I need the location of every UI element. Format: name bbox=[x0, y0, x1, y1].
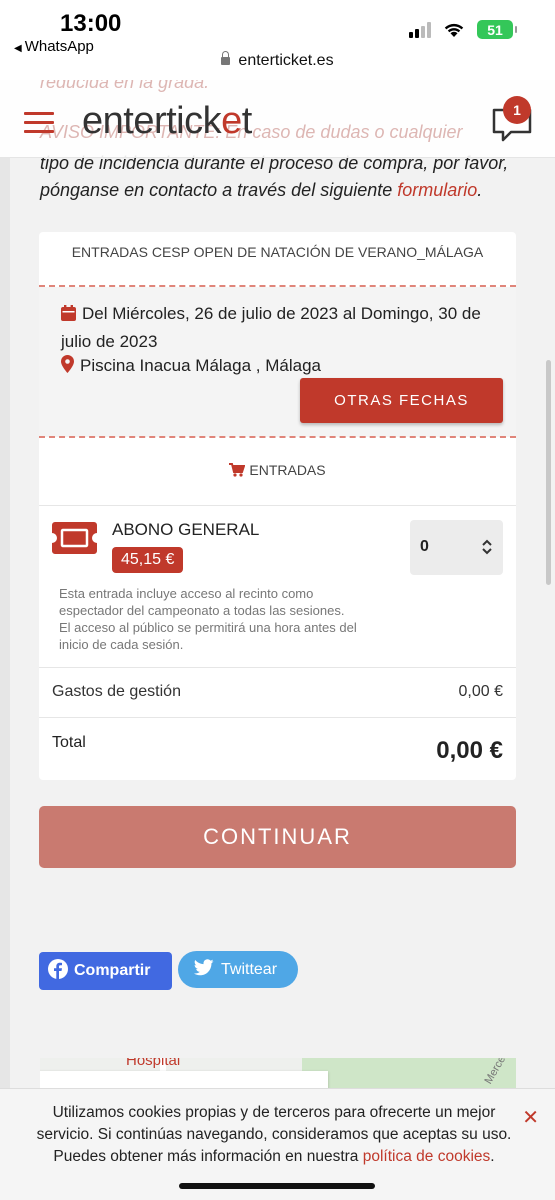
wifi-icon bbox=[443, 22, 465, 38]
close-icon[interactable]: ✕ bbox=[522, 1105, 539, 1130]
other-dates-button[interactable]: OTRAS FECHAS bbox=[300, 378, 503, 423]
twitter-share-button[interactable]: Twittear bbox=[178, 951, 298, 988]
event-dates: Del Miércoles, 26 de julio de 2023 al Do… bbox=[61, 301, 501, 355]
tickets-heading: ENTRADAS bbox=[39, 462, 516, 480]
divider bbox=[39, 667, 516, 668]
ticket-icon bbox=[52, 522, 97, 559]
location-pin-icon bbox=[61, 355, 74, 378]
quantity-value: 0 bbox=[420, 538, 429, 555]
site-header: reducida en la grada. AVISO IMPORTANTE: … bbox=[0, 72, 555, 158]
continue-button[interactable]: CONTINUAR bbox=[39, 806, 516, 868]
cellular-signal-icon bbox=[409, 21, 431, 38]
divider bbox=[39, 717, 516, 718]
ticket-card: ENTRADAS CESP OPEN DE NATACIÓN DE VERANO… bbox=[39, 232, 516, 780]
home-indicator[interactable] bbox=[179, 1183, 375, 1189]
menu-icon[interactable] bbox=[24, 112, 54, 139]
status-indicators: 51 bbox=[409, 20, 517, 39]
lock-icon bbox=[221, 51, 231, 65]
tickets-heading-text: ENTRADAS bbox=[249, 462, 326, 478]
map-label: Hospital bbox=[126, 1058, 181, 1069]
total-label: Total bbox=[52, 734, 86, 751]
twitter-share-label: Twittear bbox=[221, 960, 278, 978]
contact-form-link[interactable]: formulario bbox=[397, 180, 477, 200]
address-bar[interactable]: enterticket.es bbox=[0, 51, 555, 70]
url-text: enterticket.es bbox=[238, 52, 334, 69]
cart-icon bbox=[229, 463, 246, 480]
divider bbox=[39, 505, 516, 506]
ticket-description: Esta entrada incluye acceso al recinto c… bbox=[59, 586, 357, 652]
status-bar: 13:00 ◀ WhatsApp 51 enterticket.es bbox=[0, 0, 555, 80]
event-title: ENTRADAS CESP OPEN DE NATACIÓN DE VERANO… bbox=[71, 244, 484, 260]
battery-level: 51 bbox=[487, 21, 503, 38]
site-logo[interactable]: enterticket bbox=[82, 100, 252, 143]
facebook-icon bbox=[48, 958, 68, 984]
event-dates-text: Del Miércoles, 26 de julio de 2023 al Do… bbox=[61, 304, 481, 351]
scrollbar[interactable] bbox=[546, 360, 551, 585]
cookie-text: Utilizamos cookies propias y de terceros… bbox=[36, 1104, 512, 1165]
battery-icon: 51 bbox=[477, 20, 517, 39]
stepper-arrows-icon[interactable] bbox=[481, 539, 493, 560]
fees-label: Gastos de gestión bbox=[52, 683, 181, 700]
quantity-stepper[interactable]: 0 bbox=[410, 520, 503, 575]
ticket-name: ABONO GENERAL bbox=[112, 520, 260, 539]
twitter-icon bbox=[193, 958, 214, 981]
calendar-icon bbox=[61, 303, 76, 329]
purchase-notice: tipo de incidencia durante el proceso de… bbox=[40, 153, 509, 200]
facebook-share-button[interactable]: Compartir bbox=[39, 952, 172, 990]
event-info: Del Miércoles, 26 de julio de 2023 al Do… bbox=[39, 287, 516, 437]
chat-notification-badge: 1 bbox=[503, 96, 531, 124]
status-time: 13:00 bbox=[60, 10, 122, 37]
page-edge bbox=[0, 158, 10, 1200]
ticket-price-badge: 45,15 € bbox=[112, 547, 184, 573]
event-venue: Piscina Inacua Málaga , Málaga bbox=[61, 355, 321, 378]
event-venue-text: Piscina Inacua Málaga , Málaga bbox=[80, 356, 321, 375]
fees-value: 0,00 € bbox=[458, 683, 503, 700]
cookie-policy-link[interactable]: política de cookies bbox=[363, 1148, 491, 1165]
divider bbox=[39, 436, 516, 438]
facebook-share-label: Compartir bbox=[74, 962, 151, 979]
total-value: 0,00 € bbox=[436, 737, 503, 764]
